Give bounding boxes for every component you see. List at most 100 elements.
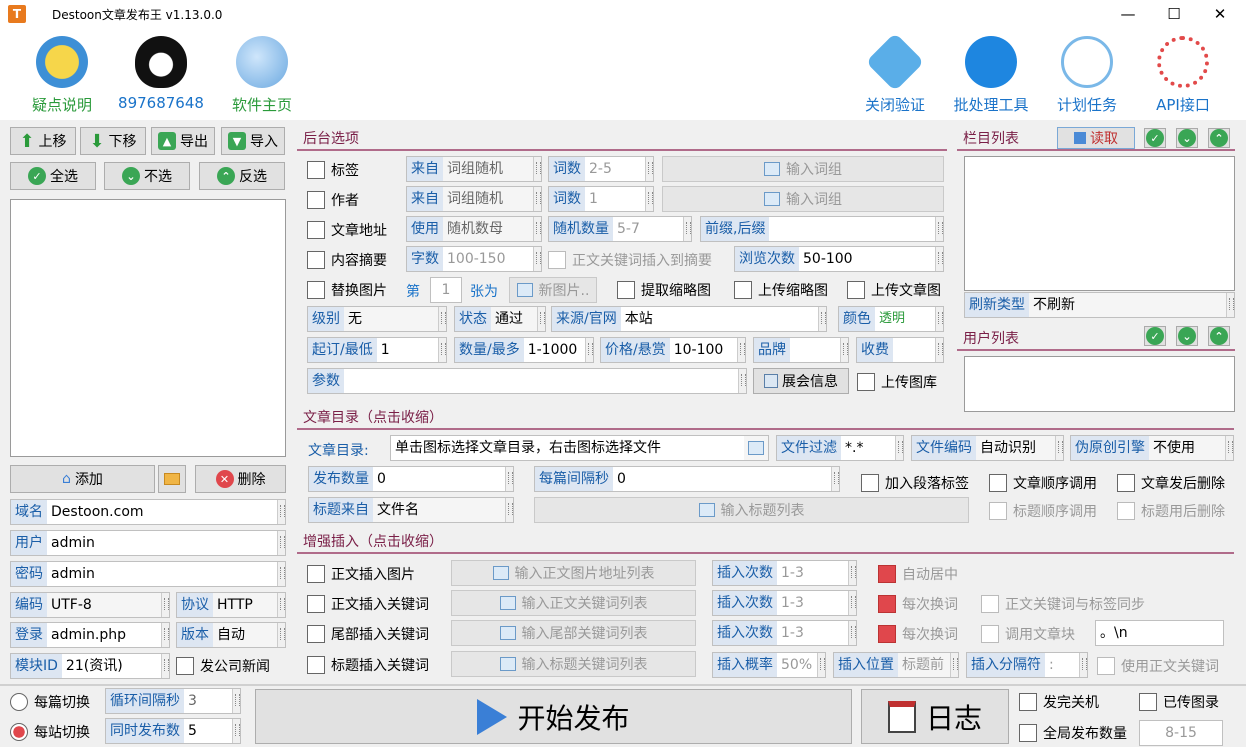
upload-thumb-checkbox[interactable]: 上传缩略图 xyxy=(734,280,828,300)
source-field[interactable]: 来源/官网 本站 xyxy=(551,306,827,332)
tail-keyword-list-button[interactable]: 输入尾部关键词列表 xyxy=(451,620,696,646)
min-order-field[interactable]: 起订/最低 1 xyxy=(307,337,447,363)
color-select[interactable]: 颜色 透明 xyxy=(838,306,944,332)
level-select[interactable]: 级别无 xyxy=(307,306,447,332)
invert-button[interactable]: ⌃ 反选 xyxy=(199,162,285,190)
user-check-button[interactable]: ✓ xyxy=(1144,326,1166,346)
author-from-select[interactable]: 来自 词组随机 xyxy=(406,186,542,212)
call-block-checkbox[interactable]: 调用文章块 xyxy=(981,624,1075,644)
delete-after-publish-checkbox[interactable]: 文章发后删除 xyxy=(1117,473,1225,493)
auto-center-checkbox[interactable]: 自动居中 xyxy=(878,564,958,584)
param-field[interactable]: 参数 xyxy=(307,368,747,394)
price-field[interactable]: 价格/悬赏 10-100 xyxy=(600,337,746,363)
user-list[interactable] xyxy=(964,356,1235,412)
read-button[interactable]: 读取 xyxy=(1057,127,1135,149)
loop-interval-field[interactable]: 循环间隔秒 3 xyxy=(105,688,241,714)
shutdown-after-checkbox[interactable]: 发完关机 xyxy=(1019,692,1099,712)
protocol-select[interactable]: 协议 HTTP xyxy=(176,592,286,618)
tag-input-group-button[interactable]: 输入词组 xyxy=(662,156,944,182)
fee-field[interactable]: 收费 xyxy=(856,337,944,363)
input-title-list-button[interactable]: 输入标题列表 xyxy=(534,497,969,523)
kw-to-summary-checkbox[interactable]: 正文关键词插入到摘要 xyxy=(548,250,712,270)
select-none-button[interactable]: ⌄ 不选 xyxy=(104,162,190,190)
per-article-radio[interactable]: 每篇切换 xyxy=(10,692,90,712)
paragraph-tag-checkbox[interactable]: 加入段落标签 xyxy=(861,473,969,493)
insert-title-keyword-checkbox[interactable]: 标题插入关键词 xyxy=(307,655,429,675)
minimize-button[interactable]: — xyxy=(1105,0,1151,28)
batch-tool[interactable]: 批处理工具 xyxy=(941,36,1041,115)
new-image-button[interactable]: 新图片.. xyxy=(509,277,597,303)
log-button[interactable]: 日志 xyxy=(861,689,1009,744)
author-input-group-button[interactable]: 输入词组 xyxy=(662,186,944,212)
category-list[interactable] xyxy=(964,156,1235,291)
directory-path-field[interactable]: 单击图标选择文章目录，右击图标选择文件 xyxy=(390,435,769,461)
user-expand-button[interactable]: ⌃ xyxy=(1208,326,1230,346)
title-sequential-checkbox[interactable]: 标题顺序调用 xyxy=(989,501,1097,521)
help-tool[interactable]: 疑点说明 xyxy=(12,36,112,115)
domain-field[interactable]: 域名 Destoon.com xyxy=(10,499,286,525)
chars-field[interactable]: 字数 100-150 xyxy=(406,246,542,272)
article-sequential-checkbox[interactable]: 文章顺序调用 xyxy=(989,473,1097,493)
refresh-type-select[interactable]: 刷新类型 不刷新 xyxy=(964,292,1235,318)
image-index-field[interactable]: 1 xyxy=(430,277,462,303)
enhanced-section-title[interactable]: 增强插入（点击收缩） xyxy=(297,532,1234,554)
per-site-radio[interactable]: 每站切换 xyxy=(10,722,90,742)
encoding-select[interactable]: 编码 UTF-8 xyxy=(10,592,170,618)
upload-article-image-checkbox[interactable]: 上传文章图 xyxy=(847,280,941,300)
status-select[interactable]: 状态 通过 xyxy=(454,306,546,332)
interval-field[interactable]: 每篇间隔秒 0 xyxy=(534,466,840,492)
import-button[interactable]: ▼ 导入 xyxy=(221,127,285,155)
each-change-2-checkbox[interactable]: 每次换词 xyxy=(878,624,958,644)
quantity-field[interactable]: 数量/最多 1-1000 xyxy=(454,337,594,363)
views-field[interactable]: 浏览次数 50-100 xyxy=(734,246,944,272)
login-field[interactable]: 登录 admin.php xyxy=(10,622,170,648)
close-verify-tool[interactable]: 关闭验证 xyxy=(845,32,945,115)
category-check-button[interactable]: ✓ xyxy=(1144,128,1166,148)
folder-button[interactable] xyxy=(158,465,186,493)
upload-gallery-checkbox[interactable]: 上传图库 xyxy=(857,372,937,392)
user-collapse-button[interactable]: ⌄ xyxy=(1176,326,1198,346)
module-id-field[interactable]: 模块ID 21(资讯) xyxy=(10,653,170,679)
image-url-list-button[interactable]: 输入正文图片地址列表 xyxy=(451,560,696,586)
tag-checkbox[interactable]: 标签 xyxy=(307,160,359,180)
site-list[interactable] xyxy=(10,199,286,457)
export-button[interactable]: ▲ 导出 xyxy=(151,127,215,155)
kw-tag-sync-checkbox[interactable]: 正文关键词与标签同步 xyxy=(981,594,1145,614)
global-publish-count-checkbox[interactable]: 全局发布数量 xyxy=(1019,723,1127,743)
uploaded-image-record-checkbox[interactable]: 已传图录 xyxy=(1139,692,1219,712)
homepage-tool[interactable]: 软件主页 xyxy=(212,36,312,115)
user-field[interactable]: 用户 admin xyxy=(10,530,286,556)
expo-info-button[interactable]: 展会信息 xyxy=(753,368,849,394)
tag-words-field[interactable]: 词数 2-5 xyxy=(548,156,654,182)
file-encoding-select[interactable]: 文件编码 自动识别 xyxy=(911,435,1064,461)
delete-button[interactable]: ✕ 删除 xyxy=(195,465,286,493)
start-publish-button[interactable]: 开始发布 xyxy=(255,689,852,744)
api-tool[interactable]: API接口 xyxy=(1133,36,1233,115)
random-count-field[interactable]: 随机数量 5-7 xyxy=(548,216,692,242)
qq-tool[interactable]: 897687648 xyxy=(111,36,211,112)
file-filter-field[interactable]: 文件过滤 *.* xyxy=(776,435,904,461)
insert-separator-field[interactable]: 插入分隔符: xyxy=(966,652,1088,678)
url-checkbox[interactable]: 文章地址 xyxy=(307,220,387,240)
move-up-button[interactable]: ⬆ 上移 xyxy=(10,127,76,155)
insert-times-2-field[interactable]: 插入次数 1-3 xyxy=(712,590,857,616)
author-words-field[interactable]: 词数 1 xyxy=(548,186,654,212)
author-checkbox[interactable]: 作者 xyxy=(307,190,359,210)
replace-image-checkbox[interactable]: 替换图片 xyxy=(307,280,387,300)
spin-engine-select[interactable]: 伪原创引擎 不使用 xyxy=(1070,435,1234,461)
concurrent-field[interactable]: 同时发布数 5 xyxy=(105,718,241,744)
extract-thumb-checkbox[interactable]: 提取缩略图 xyxy=(617,280,711,300)
insert-body-keyword-checkbox[interactable]: 正文插入关键词 xyxy=(307,594,429,614)
category-expand-button[interactable]: ⌃ xyxy=(1208,128,1230,148)
insert-image-checkbox[interactable]: 正文插入图片 xyxy=(307,564,415,584)
insert-times-1-field[interactable]: 插入次数 1-3 xyxy=(712,560,857,586)
folder-open-icon[interactable] xyxy=(748,441,764,455)
maximize-button[interactable]: ☐ xyxy=(1151,0,1197,28)
insert-position-select[interactable]: 插入位置 标题前 xyxy=(833,652,959,678)
tag-from-select[interactable]: 来自 词组随机 xyxy=(406,156,542,182)
backend-section-title[interactable]: 后台选项 xyxy=(297,129,947,151)
title-delete-checkbox[interactable]: 标题用后删除 xyxy=(1117,501,1225,521)
use-body-keyword-checkbox[interactable]: 使用正文关键词 xyxy=(1097,656,1219,676)
global-publish-count-field[interactable]: 8-15 xyxy=(1139,720,1223,746)
insert-probability-field[interactable]: 插入概率 50% xyxy=(712,652,826,678)
